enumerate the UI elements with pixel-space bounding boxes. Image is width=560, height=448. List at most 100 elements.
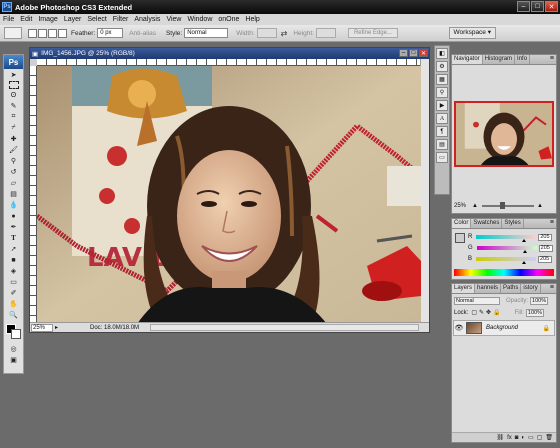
type-tool-icon[interactable]: T [5, 233, 22, 243]
antialias-checkbox[interactable]: Anti-alias [129, 30, 156, 37]
vertical-scrollbar[interactable] [420, 59, 429, 324]
channel-slider[interactable] [476, 246, 537, 253]
actions-icon[interactable]: ▶ [436, 100, 448, 111]
swap-dimensions-icon[interactable]: ⇄ [281, 29, 288, 38]
new-group-icon[interactable]: ▭ [528, 434, 534, 441]
menu-image[interactable]: Image [35, 16, 60, 23]
close-button[interactable]: ✕ [545, 1, 558, 12]
notes-tool-icon[interactable]: ▭ [5, 277, 22, 287]
lasso-tool-icon[interactable]: ʘ [5, 90, 22, 100]
color-spectrum[interactable] [454, 269, 554, 276]
tab-styles[interactable]: Styles [502, 219, 524, 228]
panel-menu-icon[interactable]: ≡ [550, 55, 554, 62]
minimize-button[interactable]: – [517, 1, 530, 12]
layer-style-icon[interactable]: fx [507, 435, 512, 441]
tool-presets-icon[interactable]: ⚙ [436, 61, 448, 72]
menu-layer[interactable]: Layer [61, 16, 85, 23]
zoom-in-icon[interactable]: ▲ [537, 203, 543, 209]
doc-maximize-button[interactable]: □ [409, 49, 418, 57]
add-selection-icon[interactable] [38, 28, 47, 38]
navigator-zoom-value[interactable]: 25% [454, 203, 466, 209]
slice-tool-icon[interactable]: ⌿ [5, 123, 22, 133]
zoom-level-input[interactable]: 25% [31, 323, 53, 332]
quick-mask-icon[interactable]: ◎ [5, 344, 22, 354]
zoom-out-icon[interactable]: ▲ [472, 203, 478, 209]
layer-row-background[interactable]: 👁 Background 🔒 [453, 320, 555, 336]
lock-pixels-icon[interactable]: ✎ [479, 309, 484, 316]
brush-tool-icon[interactable]: 🖌 [5, 145, 22, 155]
marquee-tool-icon[interactable] [8, 81, 19, 89]
link-layers-icon[interactable]: ⛓ [496, 434, 504, 441]
tab-layers[interactable]: Layers [452, 284, 476, 293]
blend-mode-select[interactable]: Normal [454, 296, 500, 305]
lock-all-icon[interactable]: 🔒 [493, 309, 500, 316]
tab-swatches[interactable]: Swatches [471, 219, 503, 228]
refine-edge-button[interactable]: Refine Edge... [347, 28, 398, 38]
tab-paths[interactable]: Paths [501, 284, 522, 293]
delete-layer-icon[interactable]: 🗑 [545, 434, 553, 441]
crop-tool-icon[interactable]: ⌗ [5, 112, 22, 122]
menu-file[interactable]: File [0, 16, 17, 23]
clone-stamp-icon[interactable]: ⚲ [5, 156, 22, 166]
tab-history[interactable]: istory [521, 284, 541, 293]
visibility-eye-icon[interactable]: 👁 [454, 324, 464, 332]
menu-filter[interactable]: Filter [110, 16, 132, 23]
lock-position-icon[interactable]: ✥ [486, 309, 491, 316]
menu-window[interactable]: Window [184, 16, 215, 23]
animation-panel-icon[interactable]: ▭ [436, 152, 448, 163]
fill-input[interactable]: 100% [525, 308, 544, 317]
new-layer-icon[interactable]: ▢ [537, 434, 543, 441]
paragraph-panel-icon[interactable]: ¶ [436, 126, 448, 137]
healing-brush-icon[interactable]: ✚ [5, 134, 22, 144]
menu-edit[interactable]: Edit [17, 16, 35, 23]
screen-mode-icon[interactable]: ▣ [5, 355, 22, 365]
blur-tool-icon[interactable]: 💧 [5, 200, 22, 210]
status-arrow-icon[interactable]: ▸ [55, 324, 58, 331]
document-title-bar[interactable]: ▣ IMG_1456.JPG @ 25% (RGB/8) – □ ✕ [30, 48, 429, 59]
channel-slider-knob[interactable] [522, 239, 527, 242]
channel-slider-knob[interactable] [522, 250, 527, 253]
intersect-selection-icon[interactable] [58, 28, 67, 38]
navigator-zoom-slider[interactable] [481, 202, 534, 209]
move-tool-icon[interactable]: ➤ [5, 70, 22, 80]
hand-tool-icon[interactable]: ✋ [5, 299, 22, 309]
layer-comps-icon[interactable]: ▦ [436, 74, 448, 85]
feather-input[interactable]: 0 px [97, 28, 124, 38]
shape-tool-icon[interactable]: ■ [5, 255, 22, 265]
subtract-selection-icon[interactable] [48, 28, 57, 38]
channel-value-input[interactable]: 205 [538, 244, 553, 252]
channel-value-input[interactable]: 205 [538, 233, 553, 241]
clone-source-icon[interactable]: ⚲ [436, 87, 448, 98]
menu-view[interactable]: View [163, 16, 184, 23]
image-canvas[interactable]: LAVIE [37, 66, 421, 324]
3d-tool-icon[interactable]: ◈ [5, 266, 22, 276]
measurement-log-icon[interactable]: ▤ [436, 139, 448, 150]
color-swatches[interactable] [5, 323, 22, 341]
menu-select[interactable]: Select [84, 16, 109, 23]
channel-slider[interactable] [476, 257, 537, 264]
doc-close-button[interactable]: ✕ [419, 49, 428, 57]
gradient-tool-icon[interactable]: ▤ [5, 189, 22, 199]
dodge-tool-icon[interactable]: ● [5, 211, 22, 221]
maximize-button[interactable]: □ [531, 1, 544, 12]
doc-minimize-button[interactable]: – [399, 49, 408, 57]
tab-color[interactable]: Color [452, 219, 472, 228]
zoom-tool-icon[interactable]: 🔍 [5, 310, 22, 320]
quick-select-tool-icon[interactable]: ✎ [5, 101, 22, 111]
style-select[interactable]: Normal [184, 28, 229, 38]
character-panel-icon[interactable]: A [436, 113, 448, 124]
eyedropper-tool-icon[interactable]: ✐ [5, 288, 22, 298]
menu-analysis[interactable]: Analysis [131, 16, 163, 23]
tab-navigator[interactable]: Navigator [452, 55, 483, 64]
channel-value-input[interactable]: 205 [538, 255, 553, 263]
tab-info[interactable]: Info [515, 55, 531, 64]
path-select-icon[interactable]: ➚ [5, 244, 22, 254]
eraser-tool-icon[interactable]: ▱ [5, 178, 22, 188]
layer-mask-icon[interactable]: ◙ [515, 435, 519, 441]
opacity-input[interactable]: 100% [530, 296, 549, 305]
adjustment-layer-icon[interactable]: ◐ [521, 435, 525, 441]
height-input[interactable] [315, 28, 336, 38]
tab-histogram[interactable]: Histogram [483, 55, 516, 64]
color-swatch-preview[interactable] [455, 233, 465, 243]
navigator-thumbnail[interactable] [454, 101, 554, 167]
